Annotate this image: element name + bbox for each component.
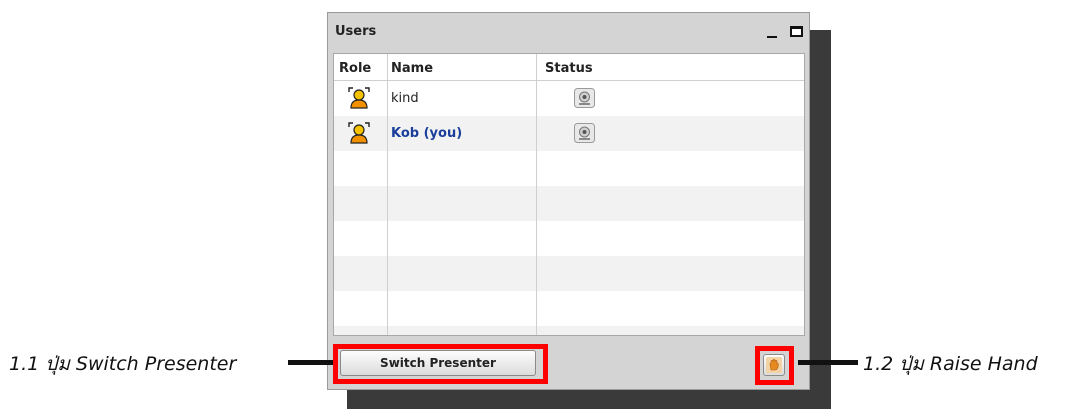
connector-line (798, 360, 858, 365)
panel-title: Users (335, 24, 377, 39)
switch-presenter-button[interactable]: Switch Presenter (340, 350, 536, 376)
users-panel: Users kind Kob (you) Role Name Status Swi… (327, 12, 810, 390)
user-name: kind (391, 91, 419, 106)
column-header-status[interactable]: Status (545, 61, 593, 76)
empty-row (334, 326, 804, 335)
column-divider (536, 54, 537, 335)
user-name: Kob (you) (391, 126, 463, 141)
grid-header: Role Name Status (334, 54, 804, 81)
maximize-icon[interactable] (790, 26, 803, 37)
empty-row (334, 221, 804, 256)
empty-row (334, 151, 804, 186)
annotation-raise-hand: 1.2 ปุ่ม Raise Hand (863, 353, 1038, 375)
webcam-icon[interactable] (574, 88, 595, 108)
column-header-role[interactable]: Role (339, 61, 371, 76)
raise-hand-button[interactable] (763, 354, 785, 376)
webcam-icon[interactable] (574, 123, 595, 143)
annotation-switch-presenter: 1.1 ปุ่ม Switch Presenter (9, 353, 237, 375)
table-row[interactable]: Kob (you) (334, 116, 804, 151)
panel-titlebar: Users (328, 13, 809, 49)
column-header-name[interactable]: Name (391, 61, 433, 76)
raise-hand-icon (766, 357, 782, 373)
column-divider (387, 54, 388, 335)
users-grid: kind Kob (you) Role Name Status (333, 53, 805, 336)
empty-row (334, 256, 804, 291)
empty-row (334, 186, 804, 221)
connector-line (288, 360, 333, 365)
empty-row (334, 291, 804, 326)
viewer-icon (348, 87, 370, 109)
minimize-icon[interactable] (767, 36, 777, 38)
table-row[interactable]: kind (334, 81, 804, 116)
viewer-icon (348, 122, 370, 144)
